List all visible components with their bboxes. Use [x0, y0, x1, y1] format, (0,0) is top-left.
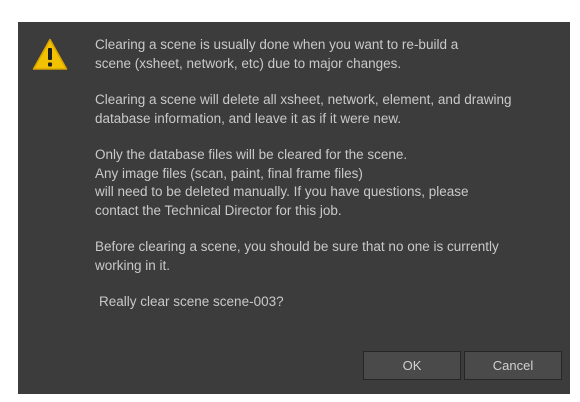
cancel-button[interactable]: Cancel	[464, 351, 562, 380]
warning-icon	[32, 38, 68, 70]
message-database-files: Only the database files will be cleared …	[95, 147, 469, 218]
screenshot-frame: Clearing a scene is usually done when yo…	[0, 0, 580, 402]
message-delete-warning: Clearing a scene will delete all xsheet,…	[95, 92, 512, 126]
message-area: Clearing a scene is usually done when yo…	[95, 36, 565, 330]
message-rebuild-info: Clearing a scene is usually done when yo…	[95, 37, 459, 71]
ok-button[interactable]: OK	[363, 351, 461, 380]
confirm-question: Really clear scene scene-003?	[99, 294, 284, 309]
message-before-clearing: Before clearing a scene, you should be s…	[95, 239, 499, 273]
clear-scene-dialog: Clearing a scene is usually done when yo…	[18, 22, 570, 394]
